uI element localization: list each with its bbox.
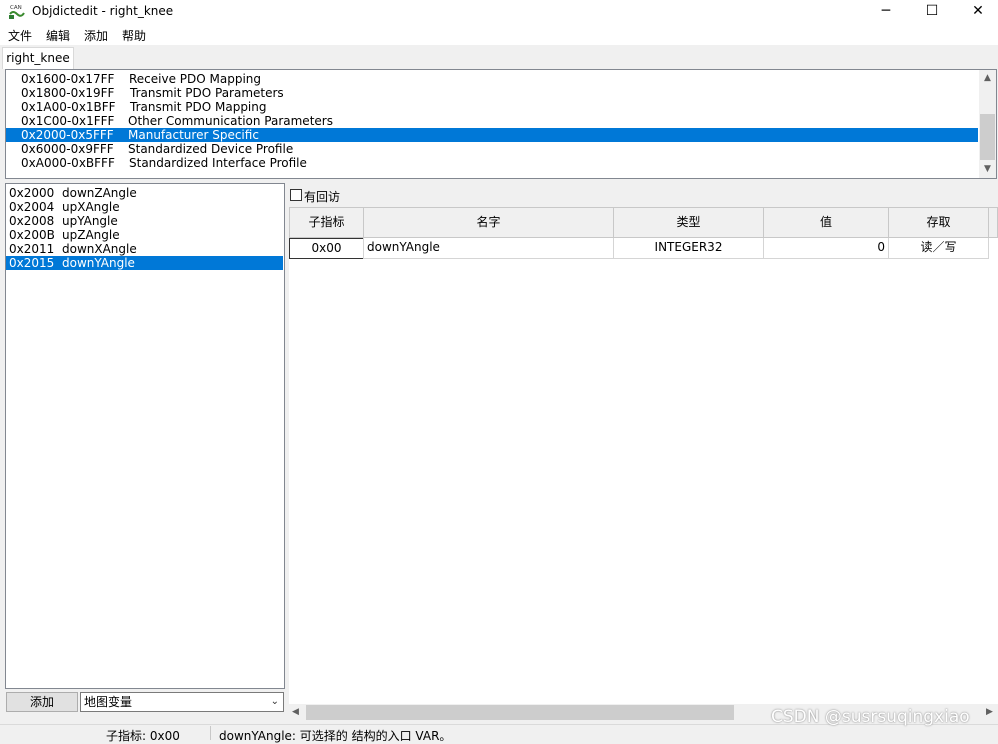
index-name: upZAngle — [62, 228, 120, 242]
callback-label: 有回访 — [304, 190, 341, 204]
column-header-value[interactable]: 值 — [763, 207, 889, 238]
chevron-down-icon[interactable]: ⌄ — [271, 693, 279, 711]
scroll-up-icon[interactable]: ▲ — [979, 70, 996, 87]
close-icon: ✕ — [972, 3, 984, 19]
cell-access[interactable]: 读／写 — [888, 238, 989, 259]
scrollbar-thumb[interactable] — [980, 114, 995, 160]
column-header-type[interactable]: 类型 — [613, 207, 764, 238]
section-list[interactable]: 0x1600-0x17FF Receive PDO Mapping 0x1800… — [5, 69, 997, 179]
section-list-scrollbar[interactable]: ▲ ▼ — [979, 70, 996, 178]
variable-type-value: 地图变量 — [84, 695, 133, 709]
menu-add[interactable]: 添加 — [84, 27, 108, 44]
column-header-subindex[interactable]: 子指标 — [289, 207, 364, 238]
index-number: 0x200B — [9, 228, 55, 242]
section-range: 0x1800-0x19FF — [21, 86, 115, 100]
section-row-selected[interactable]: 0x2000-0x5FFF Manufacturer Specific — [6, 128, 978, 142]
section-row[interactable]: 0xA000-0xBFFF Standardized Interface Pro… — [6, 156, 978, 170]
can-app-icon: CAN — [8, 3, 26, 20]
maximize-button[interactable]: ☐ — [909, 0, 955, 24]
cell-value[interactable]: 0 — [763, 238, 889, 259]
index-row[interactable]: 0x2000 downZAngle — [6, 186, 283, 200]
scroll-left-icon[interactable]: ◀ — [287, 704, 304, 721]
status-subindex: 子指标: 0x00 — [106, 729, 180, 743]
status-message: downYAngle: 可选择的 结构的入口 VAR。 — [219, 729, 452, 743]
scrollbar-thumb[interactable] — [306, 705, 734, 720]
index-row[interactable]: 0x2008 upYAngle — [6, 214, 283, 228]
column-header-name[interactable]: 名字 — [363, 207, 614, 238]
section-row[interactable]: 0x1600-0x17FF Receive PDO Mapping — [6, 72, 978, 86]
maximize-icon: ☐ — [925, 3, 939, 19]
menu-bar: 文件 编辑 添加 帮助 — [0, 24, 998, 45]
index-row[interactable]: 0x2011 downXAngle — [6, 242, 283, 256]
index-list[interactable]: 0x2000 downZAngle 0x2004 upXAngle 0x2008… — [5, 183, 285, 689]
index-row-selected[interactable]: 0x2015 downYAngle — [6, 256, 283, 270]
index-name: downXAngle — [62, 242, 137, 256]
index-row[interactable]: 0x2004 upXAngle — [6, 200, 283, 214]
index-row[interactable]: 0x200B upZAngle — [6, 228, 283, 242]
index-name: downZAngle — [62, 186, 137, 200]
callback-checkbox[interactable] — [290, 189, 302, 201]
section-row[interactable]: 0x1A00-0x1BFF Transmit PDO Mapping — [6, 100, 978, 114]
section-name: Standardized Device Profile — [128, 142, 294, 156]
section-row[interactable]: 0x1C00-0x1FFF Other Communication Parame… — [6, 114, 978, 128]
menu-file[interactable]: 文件 — [8, 27, 32, 44]
close-button[interactable]: ✕ — [955, 0, 998, 24]
section-name: Other Communication Parameters — [128, 114, 333, 128]
cell-subindex[interactable]: 0x00 — [289, 238, 364, 259]
cell-name[interactable]: downYAngle — [363, 238, 614, 259]
section-range: 0x6000-0x9FFF — [21, 142, 114, 156]
index-number: 0x2000 — [9, 186, 55, 200]
index-name: upYAngle — [62, 214, 118, 228]
section-range: 0xA000-0xBFFF — [21, 156, 115, 170]
section-range: 0x2000-0x5FFF — [21, 128, 114, 142]
section-name: Standardized Interface Profile — [129, 156, 307, 170]
add-button[interactable]: 添加 — [6, 692, 78, 712]
tab-right-knee[interactable]: right_knee — [2, 47, 74, 69]
watermark: CSDN @susrsuqingxiao — [771, 707, 970, 727]
minimize-button[interactable]: ─ — [863, 0, 909, 24]
variable-type-select[interactable]: 地图变量 ⌄ — [80, 692, 284, 712]
menu-edit[interactable]: 编辑 — [46, 27, 70, 44]
index-name: upXAngle — [62, 200, 120, 214]
section-range: 0x1A00-0x1BFF — [21, 100, 116, 114]
section-name: Transmit PDO Parameters — [130, 86, 284, 100]
index-number: 0x2004 — [9, 200, 55, 214]
section-name: Transmit PDO Mapping — [130, 100, 267, 114]
can-icon-label: CAN — [10, 5, 22, 11]
cell-type[interactable]: INTEGER32 — [613, 238, 764, 259]
title-bar: CAN Objdictedit - right_knee ─ ☐ ✕ — [0, 0, 998, 24]
section-range: 0x1600-0x17FF — [21, 72, 115, 86]
section-row[interactable]: 0x1800-0x19FF Transmit PDO Parameters — [6, 86, 978, 100]
index-number: 0x2011 — [9, 242, 55, 256]
window-title: Objdictedit - right_knee — [32, 4, 174, 18]
section-name: Receive PDO Mapping — [129, 72, 262, 86]
scroll-right-icon[interactable]: ▶ — [981, 704, 998, 721]
section-row[interactable]: 0x6000-0x9FFF Standardized Device Profil… — [6, 142, 978, 156]
scroll-down-icon[interactable]: ▼ — [979, 161, 996, 178]
section-range: 0x1C00-0x1FFF — [21, 114, 115, 128]
section-name: Manufacturer Specific — [128, 128, 259, 142]
document-tabs: right_knee — [0, 45, 998, 69]
index-number: 0x2015 — [9, 256, 55, 270]
index-number: 0x2008 — [9, 214, 55, 228]
status-separator — [210, 726, 211, 740]
column-header-filler — [988, 207, 998, 238]
menu-help[interactable]: 帮助 — [122, 27, 146, 44]
subindex-grid[interactable]: 子指标 名字 类型 值 存取 0x00 downYAngle INTEGER32… — [289, 207, 998, 704]
index-name: downYAngle — [62, 256, 135, 270]
column-header-access[interactable]: 存取 — [888, 207, 989, 238]
minimize-icon: ─ — [881, 3, 891, 19]
